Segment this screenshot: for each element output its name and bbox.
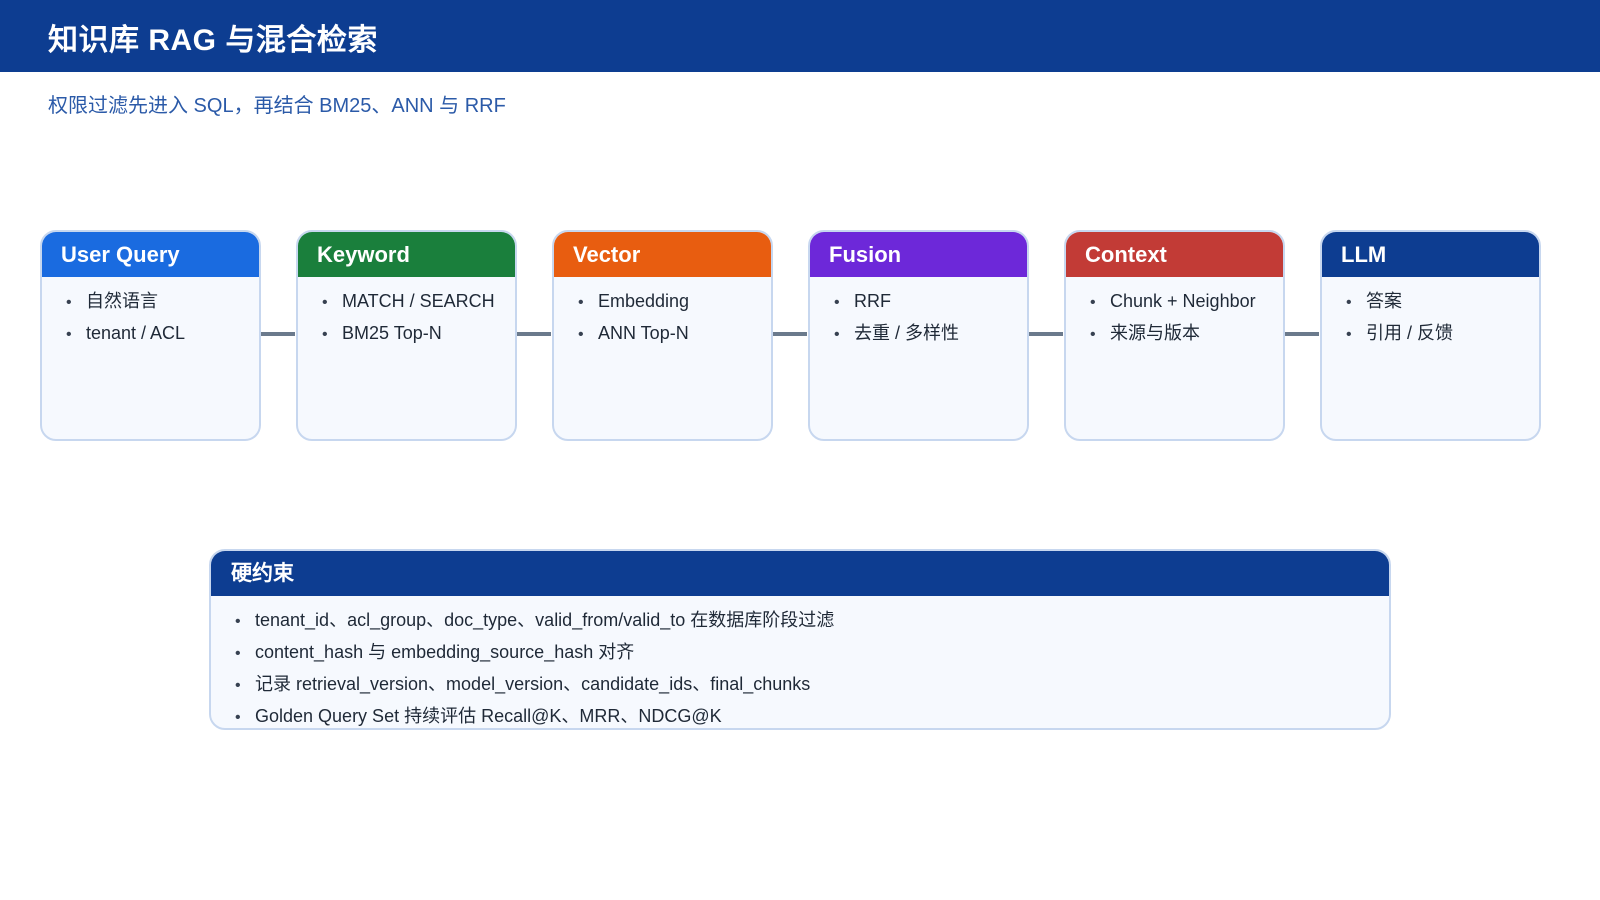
bullet: • (1346, 326, 1352, 343)
list-item-text: Golden Query Set 持续评估 Recall@K、MRR、NDCG@… (255, 706, 722, 726)
list-item: • BM25 Top-N (322, 318, 515, 350)
constraints-list: • tenant_id、acl_group、doc_type、valid_from… (211, 596, 1389, 728)
stage-card-list: • Chunk + Neighbor • 来源与版本 (1066, 277, 1283, 350)
bullet: • (235, 677, 241, 694)
stage-card-context: Context • Chunk + Neighbor • 来源与版本 (1064, 230, 1285, 441)
list-item: • Golden Query Set 持续评估 Recall@K、MRR、NDCG… (235, 701, 1389, 728)
stage-card-list: • MATCH / SEARCH • BM25 Top-N (298, 277, 515, 350)
list-item: • tenant_id、acl_group、doc_type、valid_from… (235, 605, 1389, 637)
stage-card-list: • RRF • 去重 / 多样性 (810, 277, 1027, 350)
bullet: • (578, 294, 584, 311)
bullet: • (1090, 294, 1096, 311)
list-item-text: tenant / ACL (86, 323, 186, 343)
list-item: • 自然语言 (66, 286, 259, 318)
list-item-text: BM25 Top-N (342, 323, 442, 343)
stage-card-vector: Vector • Embedding • ANN Top-N (552, 230, 773, 441)
stage-card-header: Keyword (298, 232, 515, 277)
stage-card-header: User Query (42, 232, 259, 277)
stage-card-fusion: Fusion • RRF • 去重 / 多样性 (808, 230, 1029, 441)
list-item: • 答案 (1346, 286, 1539, 318)
list-item: • 来源与版本 (1090, 318, 1283, 350)
stage-card-list: • Embedding • ANN Top-N (554, 277, 771, 350)
stage-card-llm: LLM • 答案 • 引用 / 反馈 (1320, 230, 1541, 441)
list-item-text: RRF (854, 291, 891, 311)
constraints-panel-header: 硬约束 (211, 551, 1389, 596)
list-item: • 记录 retrieval_version、model_version、cand… (235, 669, 1389, 701)
bullet: • (834, 326, 840, 343)
bullet: • (66, 326, 72, 343)
connector-line (1029, 332, 1063, 336)
list-item-text: 引用 / 反馈 (1366, 323, 1454, 343)
bullet: • (834, 294, 840, 311)
bullet: • (1346, 294, 1352, 311)
list-item: • tenant / ACL (66, 318, 259, 350)
bullet: • (235, 613, 241, 630)
stage-card-header: LLM (1322, 232, 1539, 277)
bullet: • (1090, 326, 1096, 343)
list-item: • Chunk + Neighbor (1090, 286, 1283, 318)
connector-line (261, 332, 295, 336)
list-item-text: content_hash 与 embedding_source_hash 对齐 (255, 642, 635, 662)
list-item: • Embedding (578, 286, 771, 318)
connector-line (773, 332, 807, 336)
bullet: • (578, 326, 584, 343)
list-item-text: tenant_id、acl_group、doc_type、valid_from/… (255, 610, 835, 630)
list-item: • content_hash 与 embedding_source_hash 对齐 (235, 637, 1389, 669)
bullet: • (235, 709, 241, 726)
stage-card-user-query: User Query • 自然语言 • tenant / ACL (40, 230, 261, 441)
list-item-text: 去重 / 多样性 (854, 323, 960, 343)
connector-line (517, 332, 551, 336)
stage-card-keyword: Keyword • MATCH / SEARCH • BM25 Top-N (296, 230, 517, 441)
list-item-text: 来源与版本 (1110, 323, 1200, 343)
stage-card-header: Fusion (810, 232, 1027, 277)
list-item-text: 自然语言 (86, 291, 158, 311)
list-item: • 去重 / 多样性 (834, 318, 1027, 350)
list-item: • RRF (834, 286, 1027, 318)
bullet: • (322, 326, 328, 343)
bullet: • (322, 294, 328, 311)
page-subtitle: 权限过滤先进入 SQL，再结合 BM25、ANN 与 RRF (48, 95, 506, 117)
list-item: • MATCH / SEARCH (322, 286, 515, 318)
stage-card-header: Vector (554, 232, 771, 277)
stage-card-list: • 自然语言 • tenant / ACL (42, 277, 259, 350)
constraints-panel: 硬约束 • tenant_id、acl_group、doc_type、valid_… (209, 549, 1391, 730)
list-item-text: 答案 (1366, 291, 1402, 311)
list-item-text: Chunk + Neighbor (1110, 291, 1256, 311)
stage-card-header: Context (1066, 232, 1283, 277)
list-item-text: MATCH / SEARCH (342, 291, 495, 311)
list-item-text: Embedding (598, 291, 690, 311)
list-item: • ANN Top-N (578, 318, 771, 350)
stage-card-list: • 答案 • 引用 / 反馈 (1322, 277, 1539, 350)
list-item-text: ANN Top-N (598, 323, 689, 343)
list-item-text: 记录 retrieval_version、model_version、candi… (255, 674, 811, 694)
bullet: • (66, 294, 72, 311)
bullet: • (235, 645, 241, 662)
list-item: • 引用 / 反馈 (1346, 318, 1539, 350)
connector-line (1285, 332, 1319, 336)
page-title: 知识库 RAG 与混合检索 (48, 24, 378, 57)
